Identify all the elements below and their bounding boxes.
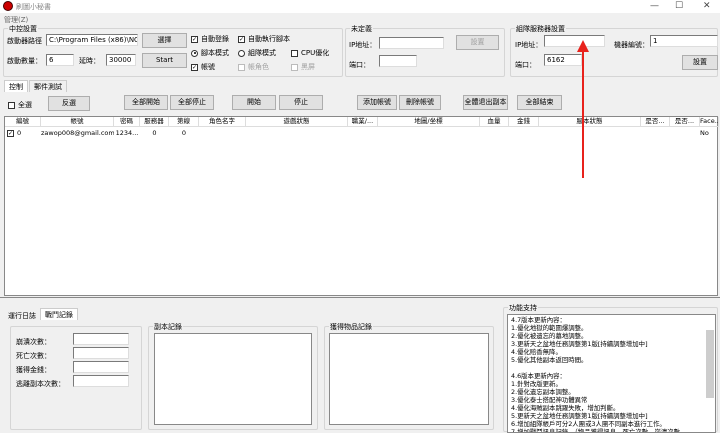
undefined-group-title: 未定義 — [350, 24, 373, 34]
cell-password: 1234... — [114, 128, 140, 138]
death-label: 死亡次數： — [16, 351, 51, 361]
machine-number-input[interactable]: 1 — [650, 35, 718, 47]
row-select[interactable]: ✓0 — [7, 128, 41, 138]
tab-run-log[interactable]: 運行日誌 — [4, 310, 40, 322]
maximize-button[interactable]: ☐ — [675, 1, 683, 11]
col-header[interactable]: 地圖/坐標 — [378, 117, 480, 127]
path-label: 啟動器路徑 — [7, 36, 42, 46]
invert-button[interactable]: 反選 — [48, 96, 90, 111]
script-mode-radio[interactable]: 腳本模式 — [191, 48, 229, 58]
col-header[interactable]: 血量 — [480, 117, 509, 127]
stop-all-button[interactable]: 全部停止 — [170, 95, 214, 110]
escape-label: 逃離副本次數： — [16, 379, 65, 389]
ip-label: IP地址： — [349, 40, 376, 50]
team-server-title: 組隊服務器設置 — [515, 24, 566, 34]
delete-account-button[interactable]: 刪除帳號 — [399, 95, 441, 110]
undefined-set-button[interactable]: 設置 — [456, 35, 499, 50]
col-header[interactable]: 金錢 — [509, 117, 539, 127]
black-screen-checkbox[interactable]: 黑屏 — [291, 62, 315, 72]
team-server-group: 組隊服務器設置 IP地址： 機器編號： 1 端口： 6162 設置 — [510, 28, 718, 77]
control-group-title: 中控設置 — [8, 24, 38, 34]
start-button[interactable]: 開始 — [232, 95, 276, 110]
col-header[interactable]: 服務器 — [140, 117, 169, 127]
col-header[interactable]: 編號 — [5, 117, 41, 127]
cell-line: 0 — [169, 128, 199, 138]
tab-mail-test[interactable]: 郵件測試 — [29, 80, 67, 92]
help-title: 功能支持 — [508, 303, 538, 313]
minimize-button[interactable]: — — [650, 1, 659, 11]
account-table: 編號 帳號 密碼 服務器 第線 角色名字 遊戲狀態 職業/... 地圖/坐標 血… — [4, 116, 718, 296]
help-textarea[interactable]: 4.7版本更新內容： 1.優化地獄的範圍爆調整。 2.優化被遺忘的墓地調整。 3… — [507, 314, 716, 433]
col-header[interactable]: 帳號 — [41, 117, 114, 127]
title-bar: 刷圖小秘書 — ☐ ✕ — [0, 0, 720, 13]
select-button[interactable]: 選擇 — [142, 33, 187, 48]
start-button[interactable]: Start — [142, 53, 187, 68]
launcher-path-input[interactable]: C:\Program Files (x86)\NC Laur — [46, 34, 138, 46]
stop-button[interactable]: 停止 — [279, 95, 323, 110]
char-checkbox[interactable]: 帳角色 — [238, 62, 269, 72]
team-mode-radio[interactable]: 組隊模式 — [238, 48, 276, 58]
dungeon-log-title: 副本記錄 — [153, 322, 183, 332]
gold-label: 獲得金錢： — [16, 365, 51, 375]
col-header[interactable]: 是否... — [670, 117, 700, 127]
control-group: 中控設置 啟動器路徑 C:\Program Files (x86)\NC Lau… — [3, 28, 343, 77]
help-group: 功能支持 4.7版本更新內容： 1.優化地獄的範圍爆調整。 2.優化被遺忘的墓地… — [503, 307, 718, 432]
splitter[interactable] — [0, 297, 720, 300]
gold-field[interactable] — [73, 361, 129, 373]
col-header[interactable]: 角色名字 — [199, 117, 246, 127]
cpu-opt-checkbox[interactable]: CPU優化 — [291, 48, 329, 58]
cell-face: No — [700, 128, 719, 138]
app-logo-icon — [3, 1, 13, 11]
stats-panel: 崩潰次數： 死亡次數： 獲得金錢： 逃離副本次數： — [10, 326, 142, 430]
death-count-field[interactable] — [73, 347, 129, 359]
exit-dungeon-all-button[interactable]: 全體退出副本 — [463, 95, 508, 110]
cell-account: zawop008@gmail.com — [41, 128, 114, 138]
auto-login-checkbox[interactable]: ✓自動登錄 — [191, 34, 229, 44]
port-label: 端口： — [349, 60, 370, 70]
items-log-group: 獲得物品記錄 — [324, 326, 494, 430]
delay-input[interactable]: 30000 — [106, 54, 136, 66]
team-set-button[interactable]: 設置 — [682, 55, 718, 70]
escape-count-field[interactable] — [73, 375, 129, 387]
dungeon-log-group: 副本記錄 — [148, 326, 318, 430]
select-all-checkbox[interactable]: 全選 — [8, 100, 32, 110]
crash-count-field[interactable] — [73, 333, 129, 345]
col-header[interactable]: 遊戲狀態 — [246, 117, 348, 127]
account-checkbox[interactable]: ✓帳號 — [191, 62, 215, 72]
col-header[interactable]: Face... — [700, 117, 719, 127]
tab-control[interactable]: 控制 — [4, 80, 28, 92]
port-label: 端口： — [515, 60, 536, 70]
team-ip-input[interactable] — [544, 35, 605, 47]
undefined-group: 未定義 IP地址： 設置 端口： — [345, 28, 505, 77]
help-scrollbar[interactable] — [706, 330, 714, 398]
count-input[interactable]: 6 — [46, 54, 74, 66]
undefined-ip-input[interactable] — [379, 37, 444, 49]
dungeon-log-textarea[interactable] — [154, 333, 312, 425]
items-log-textarea[interactable] — [329, 333, 489, 425]
add-account-button[interactable]: 添加帳號 — [357, 95, 397, 110]
undefined-port-input[interactable] — [379, 55, 417, 67]
delay-label: 延時： — [79, 56, 100, 66]
window-title: 刷圖小秘書 — [16, 2, 51, 12]
tab-battle-record[interactable]: 戰鬥記錄 — [40, 308, 78, 320]
close-button[interactable]: ✕ — [703, 1, 711, 11]
items-log-title: 獲得物品記錄 — [329, 322, 373, 332]
crash-label: 崩潰次數： — [16, 337, 51, 347]
count-label: 啟動數量： — [7, 56, 42, 66]
col-header[interactable]: 第線 — [169, 117, 199, 127]
cell-server: 0 — [140, 128, 169, 138]
start-all-button[interactable]: 全部開始 — [124, 95, 168, 110]
col-header[interactable]: 職業/... — [348, 117, 378, 127]
auto-script-checkbox[interactable]: ✓自動執行腳本 — [238, 34, 290, 44]
red-arrow-annotation — [576, 40, 592, 180]
machine-label: 機器編號： — [614, 40, 649, 50]
col-header[interactable]: 密碼 — [114, 117, 140, 127]
end-all-button[interactable]: 全部結束 — [517, 95, 562, 110]
col-header[interactable]: 是否... — [641, 117, 670, 127]
ip-label: IP地址： — [515, 40, 542, 50]
